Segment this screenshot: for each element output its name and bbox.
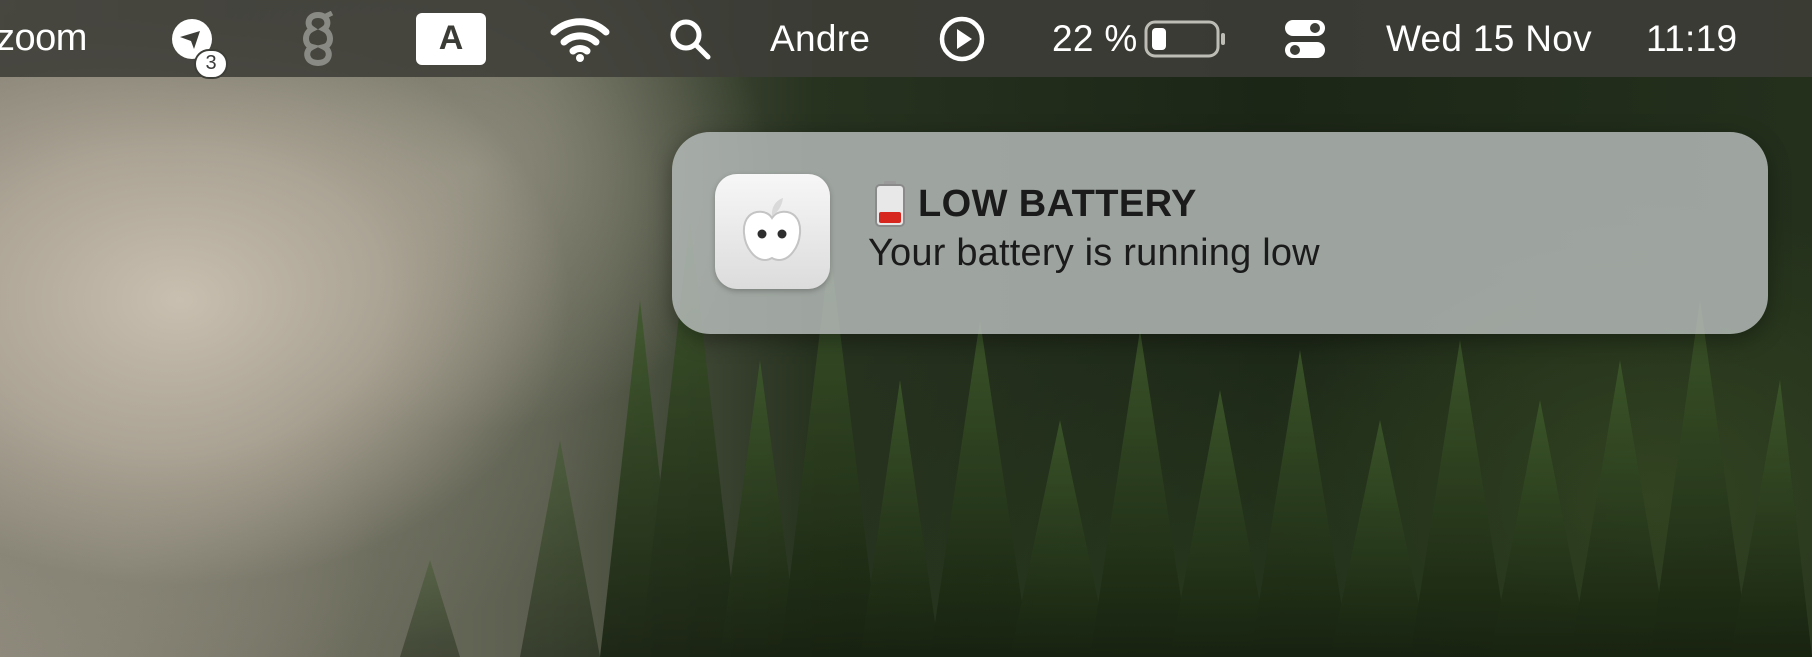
low-battery-notification[interactable]: LOW BATTERY Your battery is running low	[672, 132, 1768, 334]
control-center-icon[interactable]	[1282, 0, 1332, 77]
notification-header: LOW BATTERY	[870, 180, 1197, 228]
input-source-letter: A	[416, 12, 486, 65]
battery-fill	[1152, 27, 1166, 50]
menu-bar: zoom 3 A Andre 22 % Wed 15 Nov 11:19	[0, 0, 1812, 79]
play-circle-icon[interactable]	[938, 0, 990, 77]
search-icon[interactable]	[668, 0, 718, 77]
low-battery-icon	[875, 181, 905, 227]
menubar-time[interactable]: 11:19	[1646, 0, 1737, 77]
pin-badge-icon[interactable]: 3	[170, 0, 238, 79]
zoom-menu-app[interactable]: zoom	[0, 0, 87, 77]
notification-count-badge: 3	[194, 48, 228, 79]
user-name[interactable]: Andre	[770, 0, 870, 77]
g-app-icon[interactable]	[298, 0, 344, 77]
battery-percentage[interactable]: 22 %	[1052, 0, 1138, 77]
notification-title: LOW BATTERY	[918, 182, 1197, 225]
battery-icon[interactable]	[1144, 0, 1228, 77]
input-source-icon[interactable]: A	[416, 0, 488, 77]
notification-body: Your battery is running low	[868, 232, 1320, 274]
menubar-date[interactable]: Wed 15 Nov	[1386, 0, 1592, 77]
power-outlet-icon	[715, 174, 830, 289]
wifi-icon[interactable]	[550, 0, 614, 77]
